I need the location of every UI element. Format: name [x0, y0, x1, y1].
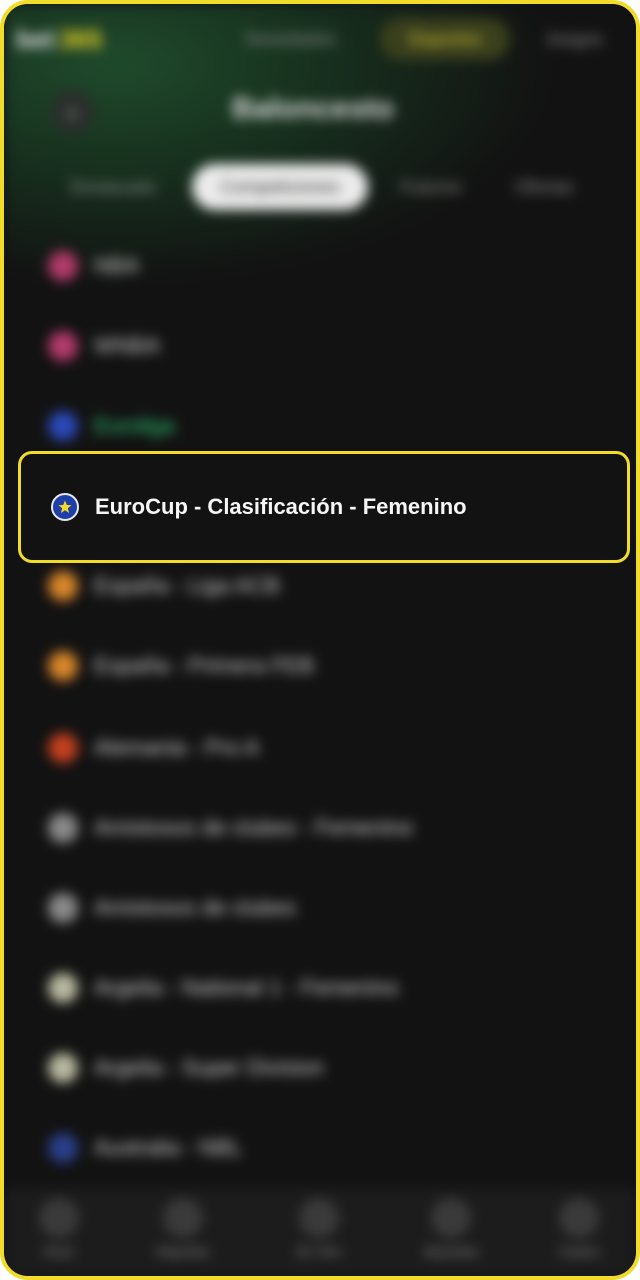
competition-label: Euroliga [94, 413, 175, 438]
top-bar: bet 365 Novedades Deportes Juegos [4, 4, 636, 76]
tab-futuros[interactable]: Futuros [382, 164, 480, 210]
usa-flag-icon [48, 251, 78, 281]
home-icon [39, 1198, 79, 1238]
bottom-nav-label: Apuestas [423, 1244, 479, 1259]
competition-label: España - Primera FEB [94, 653, 315, 678]
bottom-nav-inicio[interactable]: Inicio [14, 1198, 104, 1276]
tab-ofertas[interactable]: Ofertas [494, 164, 594, 210]
competition-item-amistosos[interactable]: Amistosos de clubes [4, 868, 636, 948]
bottom-nav-bar: Inicio Deportes En Vivo Apuestas Casino [4, 1188, 636, 1276]
spain-flag-icon [48, 571, 78, 601]
australia-flag-icon [48, 1133, 78, 1163]
competition-label: Australia - NBL [94, 1135, 242, 1160]
competition-label: Alemania - Pro A [94, 735, 260, 760]
back-button[interactable]: ‹ [50, 90, 94, 134]
brand-logo[interactable]: bet 365 [16, 22, 102, 56]
casino-icon [559, 1198, 599, 1238]
competition-item-eurocup-clasificacion-femenino[interactable]: EuroCup - Clasificación - Femenino [18, 451, 630, 563]
competition-item-wnba[interactable]: WNBA [4, 306, 636, 386]
globe-icon [48, 813, 78, 843]
tab-destacado[interactable]: Destacado [48, 164, 178, 210]
top-nav-juegos[interactable]: Juegos [524, 18, 624, 60]
competition-label: NBA [94, 253, 140, 278]
competition-item-amistosos-femenino[interactable]: Amistosos de clubes - Femenino [4, 788, 636, 868]
competition-label: Amistosos de clubes [94, 895, 296, 920]
competition-item-alemania-pro-a[interactable]: Alemania - Pro A [4, 708, 636, 788]
competition-label: Argelia - National 1 - Femenino [94, 975, 399, 1000]
tab-competiciones[interactable]: Competiciones [192, 164, 368, 210]
competition-item-argelia-super-division[interactable]: Argelia - Super Division [4, 1028, 636, 1108]
bottom-nav-label: Deportes [156, 1244, 210, 1259]
blurred-background-content: bet 365 Novedades Deportes Juegos ‹ Balon… [4, 4, 636, 1276]
competition-item-nba[interactable]: NBA [4, 226, 636, 306]
live-icon [299, 1198, 339, 1238]
logo-part-2: 365 [59, 23, 103, 54]
competition-label: WNBA [94, 333, 160, 358]
competition-item-australia-nbl[interactable]: Australia - NBL [4, 1108, 636, 1188]
bottom-nav-label: Casino [558, 1244, 600, 1259]
competition-item-espana-primera-feb[interactable]: España - Primera FEB [4, 626, 636, 706]
bottom-nav-apuestas[interactable]: Apuestas [406, 1198, 496, 1276]
ticket-icon [431, 1198, 471, 1238]
germany-flag-icon [48, 733, 78, 763]
europe-flag-icon [51, 493, 79, 521]
page-title: Baloncesto [232, 92, 394, 125]
europe-flag-icon [48, 411, 78, 441]
top-nav-novedades[interactable]: Novedades [216, 18, 366, 60]
globe-icon [48, 893, 78, 923]
logo-part-1: bet [16, 23, 55, 54]
bottom-nav-label: Inicio [43, 1244, 75, 1259]
chevron-left-icon: ‹ [67, 96, 77, 127]
competition-label: España - Liga ACB [94, 573, 280, 598]
top-nav-deportes[interactable]: Deportes [380, 18, 510, 60]
algeria-flag-icon [48, 973, 78, 1003]
bottom-nav-deportes[interactable]: Deportes [138, 1198, 228, 1276]
usa-flag-icon [48, 331, 78, 361]
bottom-nav-casino[interactable]: Casino [534, 1198, 624, 1276]
competition-label: EuroCup - Clasificación - Femenino [95, 494, 467, 519]
spain-flag-icon [48, 651, 78, 681]
bottom-nav-en-vivo[interactable]: En Vivo [274, 1198, 364, 1276]
competition-item-argelia-national-1-femenino[interactable]: Argelia - National 1 - Femenino [4, 948, 636, 1028]
competition-label: Amistosos de clubes - Femenino [94, 815, 414, 840]
bottom-nav-label: En Vivo [296, 1244, 342, 1259]
competition-label: Argelia - Super Division [94, 1055, 324, 1080]
app-frame: bet 365 Novedades Deportes Juegos ‹ Balon… [0, 0, 640, 1280]
search-icon [163, 1198, 203, 1238]
algeria-flag-icon [48, 1053, 78, 1083]
